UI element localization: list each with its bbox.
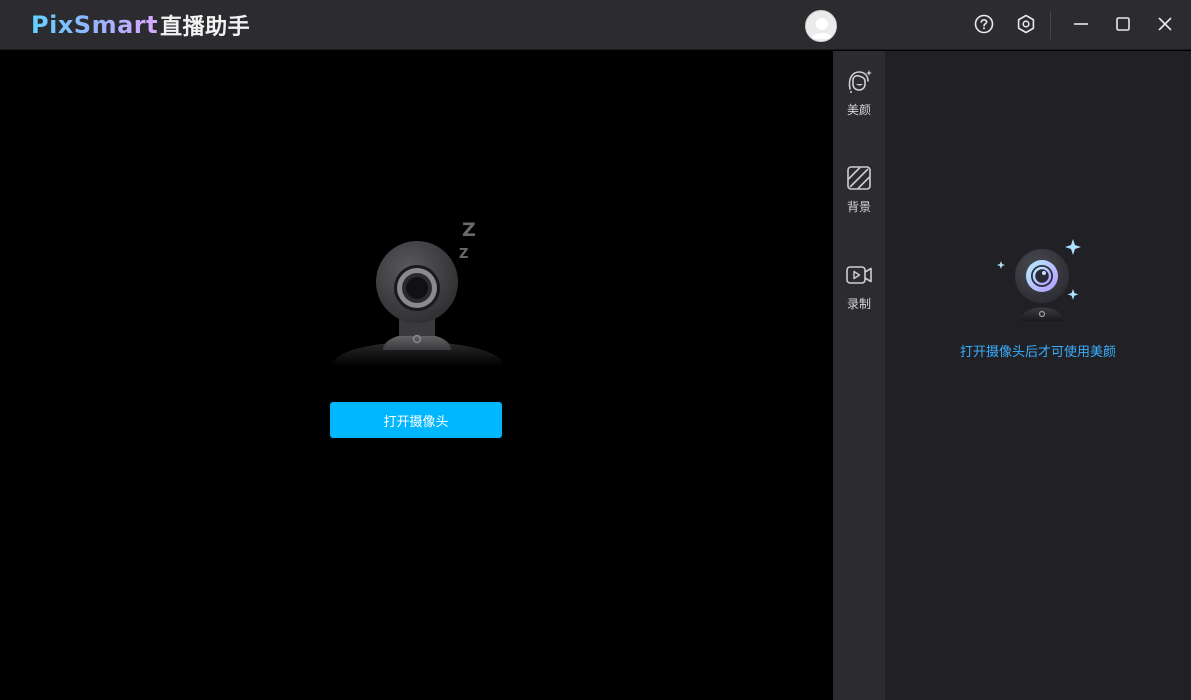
minimize-icon (1074, 23, 1088, 25)
svg-text:Z: Z (459, 247, 468, 262)
sleeping-webcam-illustration: Z Z (329, 216, 507, 366)
close-icon (1158, 17, 1172, 31)
tool-label: 美颜 (846, 103, 871, 117)
feature-toolbar: 美颜 背景 录制 (833, 51, 885, 700)
beauty-settings-panel: 打开摄像头后才可使用美颜 (885, 51, 1191, 700)
tool-background[interactable]: 背景 (833, 148, 885, 222)
app-logo: PixSmart 直播助手 (31, 9, 250, 41)
sparkle-webcam-icon (997, 239, 1081, 321)
close-button[interactable] (1153, 12, 1177, 36)
title-bar: PixSmart 直播助手 (0, 0, 1191, 50)
open-camera-button[interactable]: 打开摄像头 (330, 402, 502, 438)
help-button[interactable] (972, 12, 996, 36)
beauty-unavailable-hint: 打开摄像头后才可使用美颜 (959, 345, 1116, 360)
background-icon (845, 164, 873, 192)
brand-name-cn: 直播助手 (160, 15, 251, 40)
maximize-icon (1116, 17, 1130, 31)
maximize-button[interactable] (1111, 12, 1135, 36)
minimize-button[interactable] (1069, 12, 1093, 36)
settings-icon (1017, 14, 1035, 34)
camera-preview-area: Z Z 打开摄像头 (1, 51, 833, 700)
beauty-face-icon (845, 67, 873, 95)
help-icon (974, 14, 994, 34)
tool-label: 背景 (846, 200, 871, 214)
user-avatar-icon (806, 11, 836, 41)
user-avatar[interactable] (805, 10, 837, 42)
settings-button[interactable] (1014, 12, 1038, 36)
record-video-icon (845, 261, 873, 289)
brand-name-en: PixSmart (31, 11, 159, 39)
tool-beauty[interactable]: 美颜 (833, 51, 885, 125)
tool-record[interactable]: 录制 (833, 245, 885, 319)
tool-label: 录制 (846, 297, 871, 311)
svg-text:Z: Z (462, 219, 476, 241)
sparkle-webcam-illustration (989, 237, 1087, 325)
sleeping-webcam-icon: Z Z (331, 219, 505, 366)
titlebar-divider (1050, 11, 1051, 39)
